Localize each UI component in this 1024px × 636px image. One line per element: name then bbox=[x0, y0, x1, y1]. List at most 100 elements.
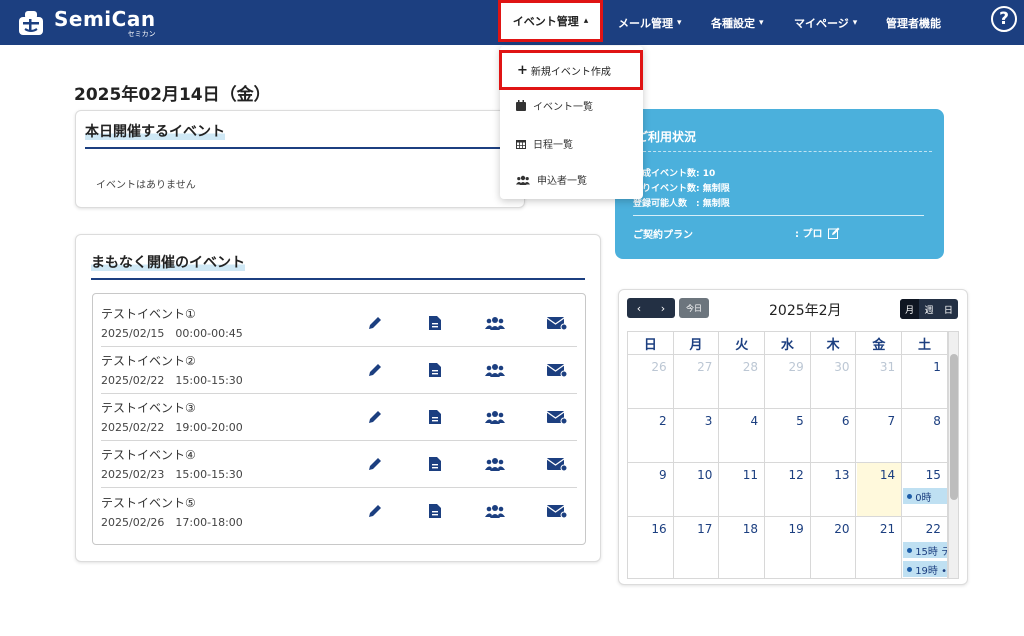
event-dot-icon bbox=[907, 547, 913, 553]
calendar-day[interactable]: 7 bbox=[857, 409, 903, 462]
event-time: 2025/02/22 19:00-20:00 bbox=[101, 421, 243, 434]
event-name: テストイベント① bbox=[101, 307, 196, 321]
view-month-button[interactable]: 月 bbox=[900, 299, 920, 319]
calendar-day[interactable]: 15 0時 bbox=[902, 463, 948, 516]
calendar-day-number: 22 bbox=[925, 522, 941, 536]
calendar-day[interactable]: 19 bbox=[765, 517, 811, 578]
users-icon[interactable] bbox=[485, 314, 505, 332]
usage-title: ご利用状況 bbox=[636, 130, 697, 144]
today-events-card: 本日開催するイベント イベントはありません bbox=[75, 110, 525, 208]
calendar-event[interactable]: 0時 bbox=[903, 488, 947, 504]
calendar-icon bbox=[516, 100, 526, 111]
chevron-down-icon: ▾ bbox=[677, 17, 682, 28]
weekday-wed: 水 bbox=[765, 332, 811, 354]
help-icon[interactable]: ? bbox=[991, 6, 1017, 32]
calendar-day[interactable]: 11 bbox=[719, 463, 766, 516]
view-day-button[interactable]: 日 bbox=[939, 299, 958, 319]
nav-mail[interactable]: メール管理 ▾ bbox=[618, 0, 682, 45]
calendar-day[interactable]: 3 bbox=[674, 409, 720, 462]
calendar-day[interactable]: 17 bbox=[674, 517, 720, 578]
calendar-day[interactable]: 16 bbox=[628, 517, 674, 578]
list-item: テストイベント⑤ 2025/02/26 17:00-18:00 bbox=[101, 488, 577, 535]
document-icon[interactable] bbox=[425, 361, 445, 379]
next-month-button[interactable]: › bbox=[651, 298, 675, 318]
nav-admin[interactable]: 管理者機能 bbox=[886, 0, 941, 45]
nav-event-management-label: イベント管理 bbox=[512, 15, 579, 28]
mail-icon[interactable] bbox=[547, 455, 567, 473]
mail-icon[interactable] bbox=[547, 361, 567, 379]
usage-created-events: 作成イベント数: 10 bbox=[633, 169, 716, 179]
calendar-day[interactable]: 27 bbox=[674, 355, 720, 408]
view-week-button[interactable]: 週 bbox=[919, 299, 938, 319]
calendar-scrollbar[interactable] bbox=[948, 332, 958, 578]
prev-month-button[interactable]: ‹ bbox=[627, 298, 651, 318]
edit-icon[interactable] bbox=[365, 408, 385, 426]
page-title: 2025年02月14日（金） bbox=[74, 85, 271, 105]
calendar-day[interactable]: 8 bbox=[902, 409, 948, 462]
calendar-day[interactable]: 13 bbox=[811, 463, 857, 516]
today-button[interactable]: 今日 bbox=[679, 298, 709, 318]
calendar-day[interactable]: 9 bbox=[628, 463, 674, 516]
logo-text: SemiCan bbox=[54, 6, 156, 31]
calendar-day[interactable]: 28 bbox=[719, 355, 766, 408]
chevron-up-icon: ▴ bbox=[583, 16, 589, 26]
nav-admin-label: 管理者機能 bbox=[886, 16, 941, 30]
users-icon[interactable] bbox=[485, 361, 505, 379]
calendar-day[interactable]: 30 bbox=[811, 355, 857, 408]
event-time: 2025/02/15 00:00-00:45 bbox=[101, 327, 243, 340]
document-icon[interactable] bbox=[425, 408, 445, 426]
schedule-list-menu-item[interactable]: 日程一覧 bbox=[516, 136, 573, 151]
nav-settings[interactable]: 各種設定 ▾ bbox=[711, 0, 764, 45]
calendar-day[interactable]: 22 15時 テ 19時 • bbox=[902, 517, 948, 578]
plan-value: : プロ bbox=[795, 229, 823, 240]
mail-icon[interactable] bbox=[547, 502, 567, 520]
users-icon[interactable] bbox=[485, 455, 505, 473]
calendar-day[interactable]: 20 bbox=[811, 517, 857, 578]
calendar-day[interactable]: 12 bbox=[765, 463, 811, 516]
calendar-day[interactable]: 18 bbox=[719, 517, 766, 578]
mail-icon[interactable] bbox=[547, 408, 567, 426]
document-icon[interactable] bbox=[425, 455, 445, 473]
app-logo[interactable]: SemiCan セミカン bbox=[16, 7, 156, 39]
calendar-event[interactable]: 19時 • bbox=[903, 561, 947, 577]
applicant-list-menu-item[interactable]: 申込者一覧 bbox=[516, 172, 587, 187]
calendar-day[interactable]: 1 bbox=[902, 355, 948, 408]
calendar-event[interactable]: 15時 テ bbox=[903, 542, 947, 558]
mail-icon[interactable] bbox=[547, 314, 567, 332]
calendar-day[interactable]: 6 bbox=[811, 409, 857, 462]
calendar-day-today[interactable]: 14 bbox=[856, 463, 903, 516]
document-icon[interactable] bbox=[425, 502, 445, 520]
edit-icon[interactable] bbox=[365, 502, 385, 520]
edit-plan-icon[interactable] bbox=[828, 227, 840, 239]
divider bbox=[633, 151, 932, 152]
calendar-view-switch: 月 週 日 bbox=[900, 299, 958, 319]
weekday-tue: 火 bbox=[719, 332, 766, 354]
edit-icon[interactable] bbox=[365, 361, 385, 379]
calendar-day[interactable]: 2 bbox=[628, 409, 674, 462]
users-icon[interactable] bbox=[485, 502, 505, 520]
event-time: 2025/02/26 17:00-18:00 bbox=[101, 515, 243, 529]
calendar-grid-icon bbox=[516, 140, 526, 149]
nav-event-management[interactable]: イベント管理 ▴ bbox=[498, 0, 603, 42]
event-list-menu-item[interactable]: イベント一覧 bbox=[516, 98, 593, 113]
edit-icon[interactable] bbox=[365, 314, 385, 332]
applicant-list-label: 申込者一覧 bbox=[537, 176, 587, 187]
document-icon[interactable] bbox=[425, 314, 445, 332]
calendar-weekday-header: 日 月 火 水 木 金 土 bbox=[628, 332, 948, 355]
users-icon[interactable] bbox=[485, 408, 505, 426]
calendar-day[interactable]: 26 bbox=[628, 355, 674, 408]
calendar-day[interactable]: 5 bbox=[765, 409, 811, 462]
new-event-menu-item[interactable]: + 新規イベント作成 bbox=[499, 50, 643, 90]
nav-mypage[interactable]: マイページ ▾ bbox=[794, 0, 857, 45]
schedule-list-label: 日程一覧 bbox=[533, 140, 573, 151]
calendar-day[interactable]: 31 bbox=[857, 355, 903, 408]
list-item: テストイベント③ 2025/02/22 19:00-20:00 bbox=[101, 394, 577, 441]
scrollbar-thumb[interactable] bbox=[950, 354, 958, 500]
nav-settings-label: 各種設定 bbox=[711, 16, 755, 30]
calendar-day[interactable]: 29 bbox=[765, 355, 811, 408]
calendar-day[interactable]: 10 bbox=[674, 463, 720, 516]
edit-icon[interactable] bbox=[365, 455, 385, 473]
calendar-day[interactable]: 4 bbox=[719, 409, 766, 462]
calendar-day[interactable]: 21 bbox=[857, 517, 903, 578]
calendar-event-label: 0時 bbox=[915, 492, 932, 504]
